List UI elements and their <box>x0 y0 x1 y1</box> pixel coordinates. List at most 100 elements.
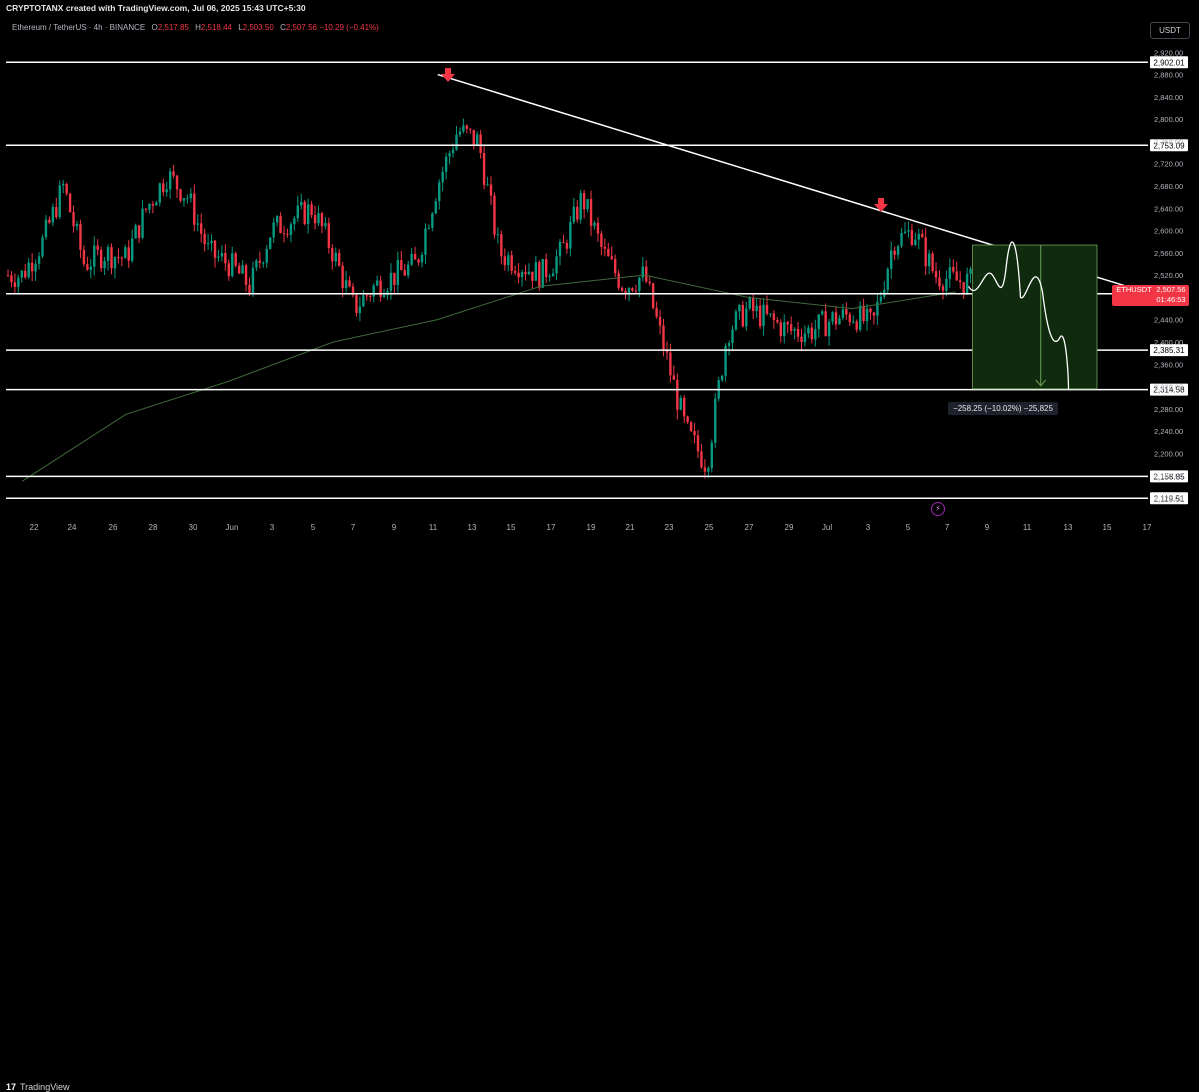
candle-body <box>30 262 34 272</box>
candle-body <box>193 193 196 225</box>
candle-body <box>162 183 165 193</box>
footer: 17 TradingView <box>0 540 1199 1092</box>
candle-body <box>786 322 789 325</box>
candle-body <box>148 203 151 210</box>
candle-body <box>48 219 51 223</box>
candle-body <box>741 304 745 327</box>
candle-body <box>534 262 538 281</box>
candle-body <box>341 265 344 289</box>
candle-body <box>155 202 158 206</box>
candle-body <box>365 295 368 297</box>
candle-body <box>369 295 372 297</box>
time-tick-label: 27 <box>745 523 754 532</box>
candle-body <box>358 306 362 314</box>
candle-body <box>572 206 575 222</box>
candle-body <box>541 259 544 288</box>
candle-body <box>372 285 375 297</box>
candle-body <box>10 275 13 283</box>
currency-button[interactable]: USDT <box>1150 22 1190 39</box>
candle-body <box>962 282 965 294</box>
time-tick-label: 15 <box>507 523 516 532</box>
price-axis[interactable]: 2,960.002,920.002,880.002,840.002,800.00… <box>1154 26 1183 503</box>
candle-body <box>24 270 27 278</box>
price-tick-label: 2,360.00 <box>1154 360 1183 369</box>
candle-body <box>331 247 334 262</box>
high-value: 2,518.44 <box>200 23 232 32</box>
lightning-icon[interactable]: ⚡ <box>931 502 945 516</box>
candle-body <box>641 266 644 278</box>
candle-body <box>6 275 10 277</box>
candle-body <box>189 193 193 199</box>
candle-body <box>493 195 496 235</box>
candle-body <box>434 201 437 214</box>
candle-body <box>286 233 289 235</box>
candle-body <box>821 311 824 315</box>
symbol-title: Ethereum / TetherUS · 4h · BINANCE <box>12 23 146 32</box>
candle-body <box>513 270 517 273</box>
time-tick-label: 5 <box>906 523 911 532</box>
candle-body <box>969 268 972 274</box>
candle-body <box>610 256 613 259</box>
candle-body <box>448 153 451 157</box>
markers <box>441 68 888 212</box>
candle-body <box>289 224 293 235</box>
candle-body <box>614 258 617 274</box>
time-tick-label: 11 <box>1023 523 1032 532</box>
candle-body <box>579 193 582 220</box>
price-chart[interactable]: 2,902.012,753.092,486.682,385.312,314.58… <box>0 0 1199 558</box>
candle-body <box>755 305 758 311</box>
candle-body <box>165 189 168 193</box>
price-tick-label: 2,560.00 <box>1154 249 1183 258</box>
candle-body <box>51 206 55 223</box>
price-tick-label: 2,200.00 <box>1154 449 1183 458</box>
candle-body <box>317 213 320 224</box>
candle-body <box>762 304 765 327</box>
candle-body <box>852 321 855 323</box>
candle-body <box>310 204 313 216</box>
candle-body <box>879 296 883 302</box>
time-tick-label: 15 <box>1103 523 1112 532</box>
symbol-legend[interactable]: Ethereum / TetherUS · 4h · BINANCE O2,51… <box>12 23 379 32</box>
time-tick-label: 21 <box>626 523 635 532</box>
candle-body <box>120 257 124 259</box>
candle-body <box>375 280 379 286</box>
candle-body <box>451 149 455 154</box>
candle-body <box>37 256 41 264</box>
candle-body <box>520 272 524 278</box>
candle-body <box>824 311 827 337</box>
candle-body <box>400 260 403 271</box>
candle-body <box>113 257 117 269</box>
time-tick-label: 7 <box>351 523 356 532</box>
candle-body <box>710 442 713 469</box>
candle-body <box>686 416 689 423</box>
candle-body <box>603 246 607 249</box>
candle-body <box>206 243 210 245</box>
candle-body <box>186 198 189 200</box>
candle-body <box>907 230 910 232</box>
projection-box[interactable] <box>967 241 1098 390</box>
candle-body <box>82 249 86 265</box>
level-label: 2,385.31 <box>1153 346 1185 355</box>
candle-body <box>389 272 393 291</box>
time-tick-label: 17 <box>1143 523 1152 532</box>
price-tick-label: 2,920.00 <box>1154 48 1183 57</box>
tradingview-logo-icon: 17 <box>6 1082 17 1092</box>
candle-body <box>562 241 565 244</box>
open-value: 2,517.85 <box>157 23 189 32</box>
candle-body <box>707 468 710 472</box>
time-tick-label: 30 <box>189 523 198 532</box>
tradingview-brand[interactable]: 17 TradingView <box>6 1082 70 1092</box>
candle-body <box>683 397 686 417</box>
candle-body <box>210 240 213 244</box>
time-axis[interactable]: 22 24 26 28 30 Jun 3 5 7 9 11 13 15 17 19 21 23 25 27 29 Jul… <box>30 523 1152 532</box>
candle-body <box>334 252 337 262</box>
candle-body <box>355 295 358 314</box>
candle-body <box>831 312 834 322</box>
candle-body <box>393 272 396 286</box>
candle-body <box>237 265 241 274</box>
time-tick-label: 24 <box>68 523 77 532</box>
candle-body <box>403 270 406 276</box>
candle-body <box>910 230 914 245</box>
candle-body <box>196 223 199 225</box>
candle-body <box>458 131 462 135</box>
